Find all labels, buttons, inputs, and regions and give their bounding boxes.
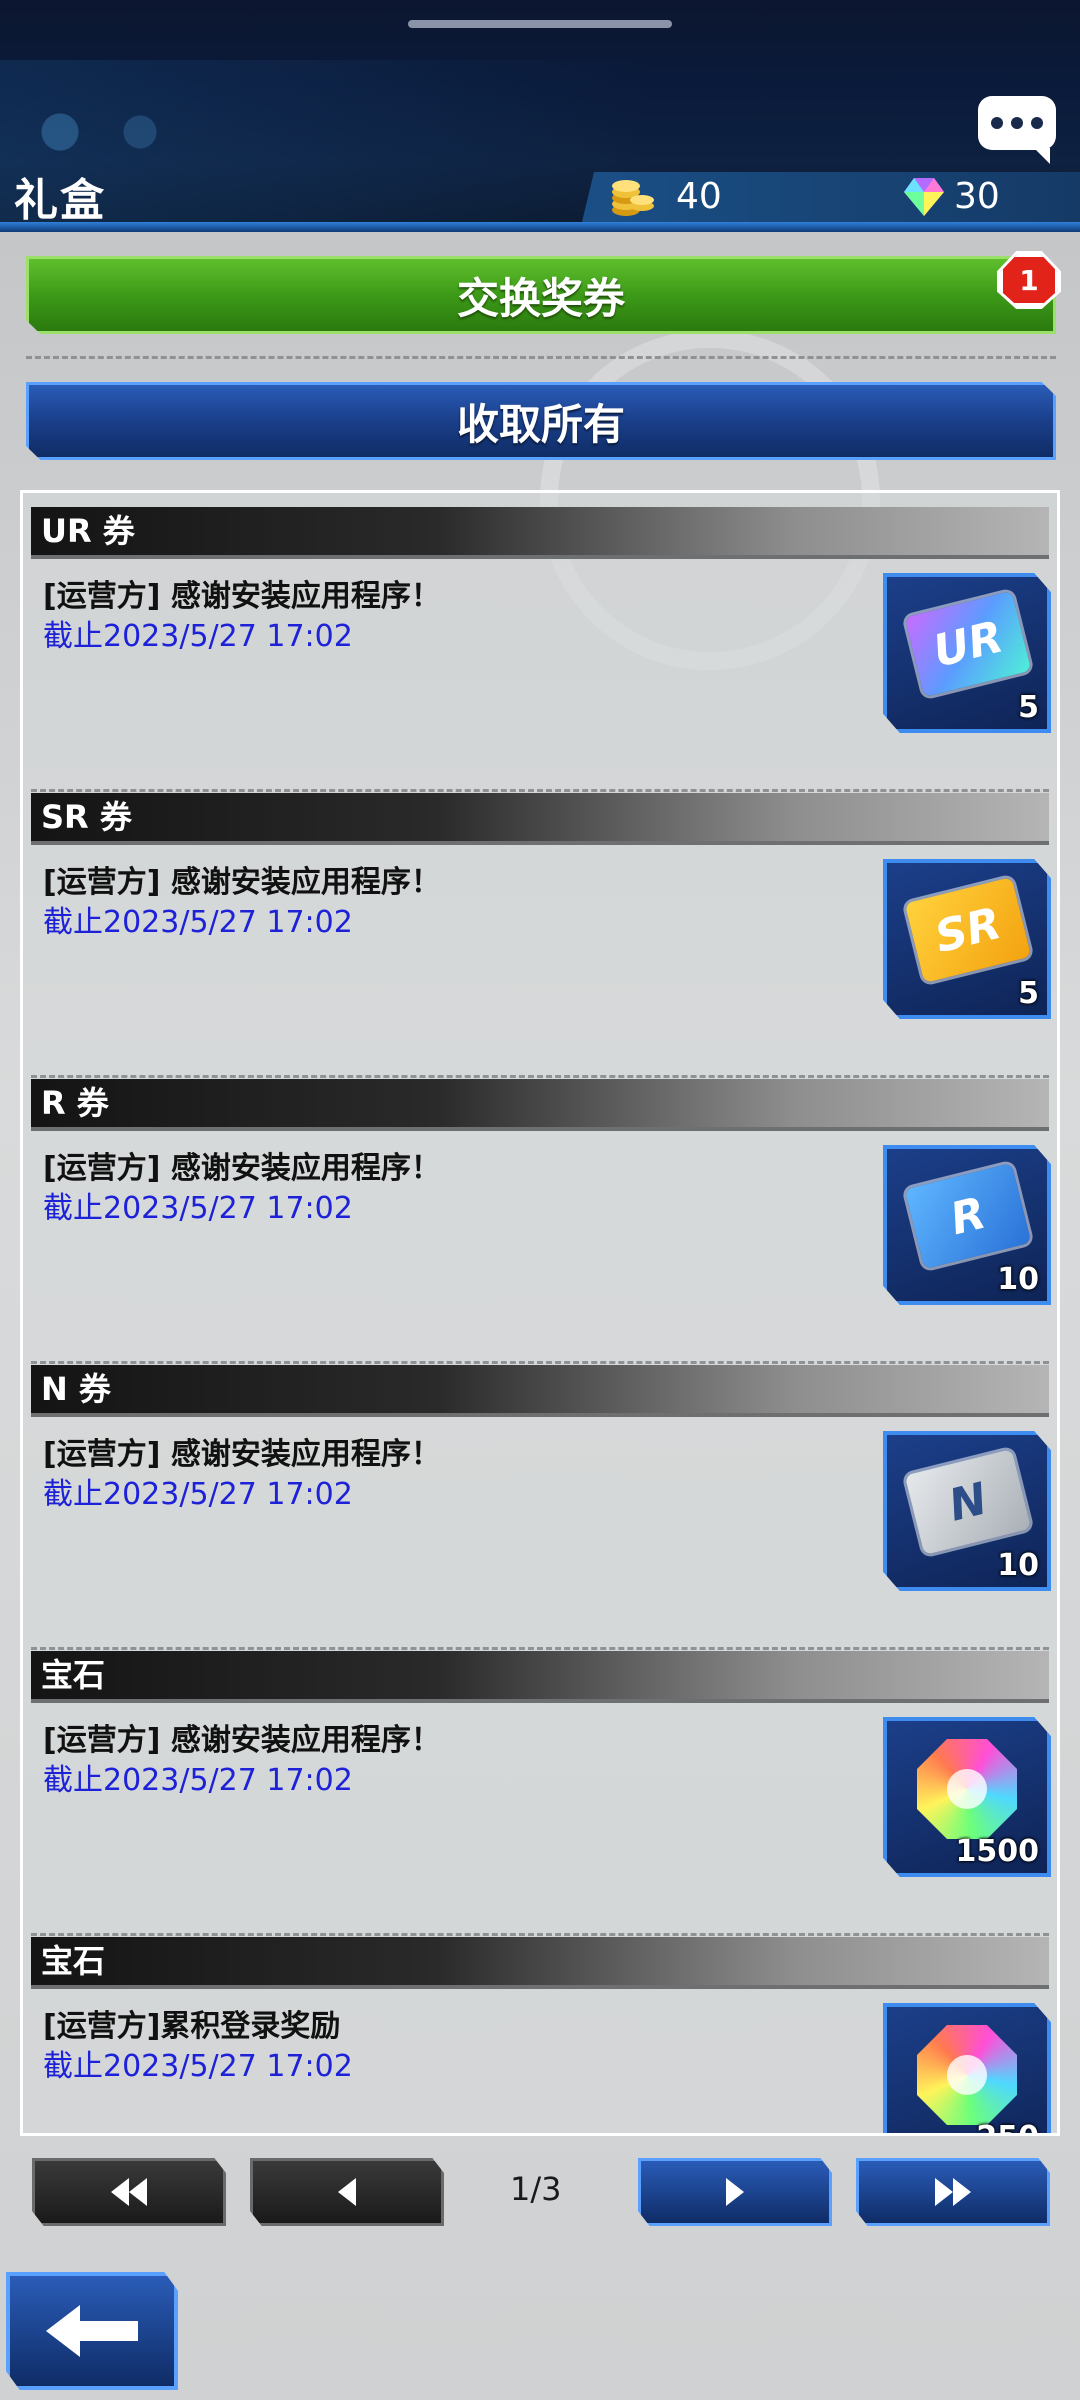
- divider: [26, 356, 1056, 359]
- gift-quantity: 250: [976, 2120, 1039, 2133]
- gift-deadline: 截止2023/5/27 17:02: [43, 1191, 353, 1226]
- gift-description: [运营方] 感谢安装应用程序！: [43, 579, 441, 614]
- gift-item[interactable]: R 券 [运营方] 感谢安装应用程序！ 截止2023/5/27 17:02 R …: [31, 1079, 1051, 1365]
- back-arrow-icon: [46, 2305, 138, 2357]
- chat-bubble-icon[interactable]: [978, 96, 1056, 164]
- gem-graphic: [917, 2025, 1017, 2125]
- n-ticket-icon: N 10: [883, 1431, 1051, 1591]
- gift-quantity: 5: [1018, 690, 1039, 725]
- double-right-arrow-icon: [935, 2178, 953, 2206]
- gift-category: SR 券: [31, 793, 1049, 841]
- gift-header-underline: [31, 1985, 1049, 1989]
- status-notch: [408, 20, 672, 28]
- ticket-graphic: N: [904, 1448, 1032, 1556]
- gift-item[interactable]: SR 券 [运营方] 感谢安装应用程序！ 截止2023/5/27 17:02 S…: [31, 793, 1051, 1079]
- gift-deadline: 截止2023/5/27 17:02: [43, 1763, 353, 1798]
- gift-item[interactable]: 宝石 [运营方]累积登录奖励 截止2023/5/27 17:02 250: [31, 1937, 1051, 2133]
- previous-page-button[interactable]: [250, 2158, 444, 2226]
- header-divider: [0, 222, 1080, 232]
- ticket-graphic: SR: [904, 876, 1032, 984]
- gift-item[interactable]: UR 券 [运营方] 感谢安装应用程序！ 截止2023/5/27 17:02 U…: [31, 507, 1051, 793]
- chat-dot: [991, 117, 1003, 129]
- gift-item[interactable]: 宝石 [运营方] 感谢安装应用程序！ 截止2023/5/27 17:02 150…: [31, 1651, 1051, 1937]
- gem-count: 30: [954, 176, 1000, 217]
- gift-category: N 券: [31, 1365, 1049, 1413]
- exchange-tickets-label: 交换奖券: [456, 273, 625, 323]
- right-arrow-icon: [726, 2178, 744, 2206]
- page-title: 礼盒: [14, 175, 106, 226]
- collect-all-label: 收取所有: [456, 399, 625, 449]
- first-page-button[interactable]: [32, 2158, 226, 2226]
- gift-description: [运营方] 感谢安装应用程序！: [43, 1723, 441, 1758]
- gift-header-underline: [31, 1699, 1049, 1703]
- last-page-button[interactable]: [856, 2158, 1050, 2226]
- left-arrow-icon: [338, 2178, 356, 2206]
- gem-icon: 250: [883, 2003, 1051, 2133]
- ur-ticket-icon: UR 5: [883, 573, 1051, 733]
- gift-quantity: 1500: [955, 1834, 1040, 1869]
- gift-description: [运营方]累积登录奖励: [43, 2009, 341, 2044]
- divider: [31, 1647, 1049, 1650]
- gold-coin-icon: [612, 180, 654, 216]
- divider: [31, 1933, 1049, 1936]
- gift-header-underline: [31, 841, 1049, 845]
- gift-deadline: 截止2023/5/27 17:02: [43, 1477, 353, 1512]
- gift-header-underline: [31, 1413, 1049, 1417]
- double-left-arrow-icon: [129, 2178, 147, 2206]
- gem-icon: 1500: [883, 1717, 1051, 1877]
- gift-header-underline: [31, 1127, 1049, 1131]
- gift-deadline: 截止2023/5/27 17:02: [43, 2049, 353, 2084]
- gift-description: [运营方] 感谢安装应用程序！: [43, 865, 441, 900]
- divider: [31, 1361, 1049, 1364]
- ticket-graphic: UR: [904, 590, 1032, 698]
- gift-description: [运营方] 感谢安装应用程序！: [43, 1437, 441, 1472]
- back-button[interactable]: [6, 2272, 178, 2390]
- gem-graphic: [917, 1739, 1017, 1839]
- exchange-tickets-button[interactable]: 交换奖券: [26, 256, 1056, 334]
- chat-dot: [1031, 117, 1043, 129]
- gift-deadline: 截止2023/5/27 17:02: [43, 619, 353, 654]
- r-ticket-icon: R 10: [883, 1145, 1051, 1305]
- collect-all-button[interactable]: 收取所有: [26, 382, 1056, 460]
- gift-quantity: 10: [997, 1548, 1039, 1583]
- ticket-graphic: R: [904, 1162, 1032, 1270]
- sr-ticket-icon: SR 5: [883, 859, 1051, 1019]
- coin-count: 40: [676, 176, 722, 217]
- divider: [31, 789, 1049, 792]
- currency-panel: [582, 172, 1080, 222]
- gift-header-underline: [31, 555, 1049, 559]
- gift-quantity: 5: [1018, 976, 1039, 1011]
- gem-currency-icon: [904, 178, 944, 216]
- chat-dot: [1011, 117, 1023, 129]
- gift-category: R 券: [31, 1079, 1049, 1127]
- gift-description: [运营方] 感谢安装应用程序！: [43, 1151, 441, 1186]
- gift-item[interactable]: N 券 [运营方] 感谢安装应用程序！ 截止2023/5/27 17:02 N …: [31, 1365, 1051, 1651]
- gift-category: 宝石: [31, 1651, 1049, 1699]
- gift-category: 宝石: [31, 1937, 1049, 1985]
- gift-deadline: 截止2023/5/27 17:02: [43, 905, 353, 940]
- page-indicator: 1/3: [510, 2170, 562, 2208]
- gift-category: UR 券: [31, 507, 1049, 555]
- gift-list[interactable]: UR 券 [运营方] 感谢安装应用程序！ 截止2023/5/27 17:02 U…: [20, 490, 1060, 2136]
- divider: [31, 1075, 1049, 1078]
- next-page-button[interactable]: [638, 2158, 832, 2226]
- double-left-arrow-icon: [111, 2178, 129, 2206]
- double-right-arrow-icon: [953, 2178, 971, 2206]
- gift-quantity: 10: [997, 1262, 1039, 1297]
